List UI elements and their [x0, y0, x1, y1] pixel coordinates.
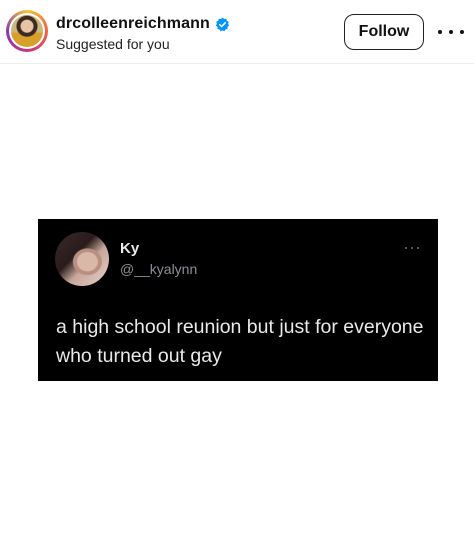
post-header: drcolleenreichmann Suggested for you Fol… — [0, 0, 474, 64]
tweet-author-handle: @__kyalynn — [120, 261, 198, 277]
follow-button[interactable]: Follow — [344, 14, 424, 50]
avatar — [11, 15, 43, 47]
dot — [460, 30, 464, 34]
verified-badge-icon — [215, 17, 229, 31]
dot — [405, 247, 407, 249]
tweet-author-name: Ky — [120, 240, 140, 257]
story-avatar[interactable] — [6, 10, 48, 52]
tweet-text: a high school reunion but just for every… — [56, 316, 424, 367]
dot — [417, 247, 419, 249]
dot — [438, 30, 442, 34]
suggested-label: Suggested for you — [56, 36, 170, 52]
dot — [449, 30, 453, 34]
tweet-more-icon — [405, 246, 419, 250]
avatar-frame — [9, 13, 45, 49]
tweet-avatar — [55, 232, 109, 286]
dot — [411, 247, 413, 249]
username-row: drcolleenreichmann — [56, 14, 230, 34]
username-link[interactable]: drcolleenreichmann — [56, 15, 210, 33]
tweet-card: Ky @__kyalynn a high school reunion but … — [38, 219, 438, 381]
more-options-icon[interactable] — [438, 20, 464, 44]
